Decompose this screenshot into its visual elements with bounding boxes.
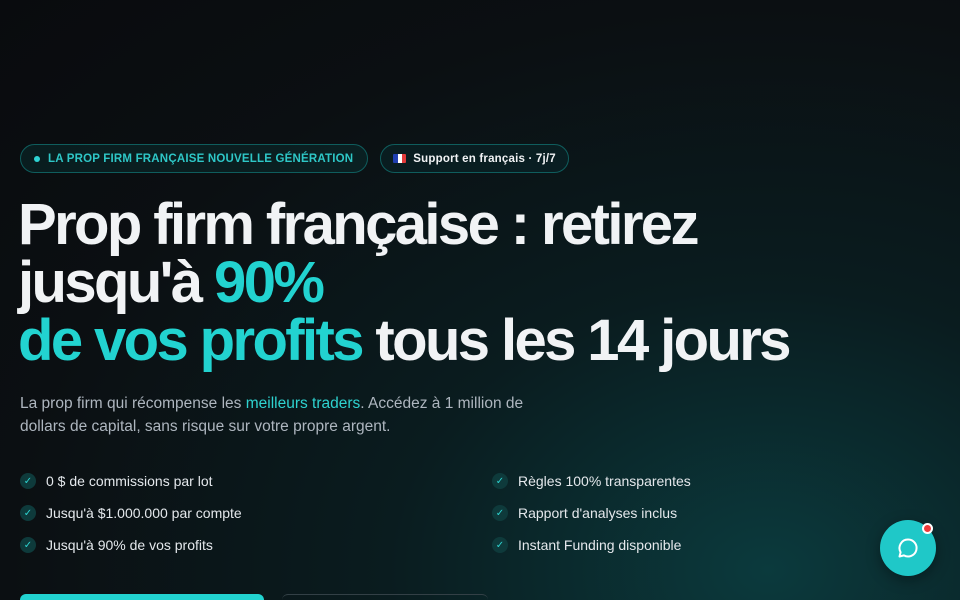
description-highlight: meilleurs traders <box>245 395 361 412</box>
title-highlight-percent: 90% <box>214 250 325 315</box>
title-line-1: Prop firm française : retirez <box>18 192 699 257</box>
feature-label: Instant Funding disponible <box>518 537 682 553</box>
feature-label: Jusqu'à $1.000.000 par compte <box>46 505 242 521</box>
tagline-badge: LA PROP FIRM FRANÇAISE NOUVELLE GÉNÉRATI… <box>20 144 369 173</box>
support-badge-label: Support en français · 7j/7 <box>413 152 556 165</box>
check-icon: ✓ <box>20 473 36 489</box>
feature-label: Jusqu'à 90% de vos profits <box>46 537 213 553</box>
check-icon: ✓ <box>492 473 508 489</box>
feature-list: ✓ 0 $ de commissions par lot ✓ Règles 10… <box>20 470 720 556</box>
title-line-2: jusqu'à <box>18 250 215 315</box>
hero-description: La prop firm qui récompense les meilleur… <box>20 392 530 438</box>
chat-button[interactable] <box>880 520 936 576</box>
support-badge: Support en français · 7j/7 <box>380 144 569 173</box>
feature-item: ✓ Jusqu'à 90% de vos profits <box>20 534 492 556</box>
feature-item: ✓ Instant Funding disponible <box>492 534 720 556</box>
title-line-3: tous les 14 jours <box>361 308 791 373</box>
status-dot-icon <box>34 155 40 162</box>
badge-row: LA PROP FIRM FRANÇAISE NOUVELLE GÉNÉRATI… <box>20 144 569 173</box>
feature-label: Rapport d'analyses inclus <box>518 505 678 521</box>
notification-badge <box>922 523 933 534</box>
chat-bubble-icon <box>898 538 918 558</box>
feature-item: ✓ Rapport d'analyses inclus <box>492 502 720 524</box>
feature-item: ✓ Jusqu'à $1.000.000 par compte <box>20 502 492 524</box>
title-highlight-profits: de vos profits <box>18 308 364 373</box>
feature-label: Règles 100% transparentes <box>518 473 691 489</box>
feature-label: 0 $ de commissions par lot <box>46 473 213 489</box>
check-icon: ✓ <box>20 505 36 521</box>
description-text-start: La prop firm qui récompense les <box>20 395 246 412</box>
tagline-badge-label: LA PROP FIRM FRANÇAISE NOUVELLE GÉNÉRATI… <box>48 152 354 165</box>
check-icon: ✓ <box>20 537 36 553</box>
feature-item: ✓ Règles 100% transparentes <box>492 470 720 492</box>
secondary-cta-button[interactable] <box>282 594 488 600</box>
feature-item: ✓ 0 $ de commissions par lot <box>20 470 492 492</box>
hero-section: LA PROP FIRM FRANÇAISE NOUVELLE GÉNÉRATI… <box>0 0 960 600</box>
page-title: Prop firm française : retirez jusqu'à 90… <box>18 196 918 370</box>
check-icon: ✓ <box>492 537 508 553</box>
check-icon: ✓ <box>492 505 508 521</box>
primary-cta-button[interactable] <box>20 594 264 600</box>
france-flag-icon <box>393 154 407 163</box>
